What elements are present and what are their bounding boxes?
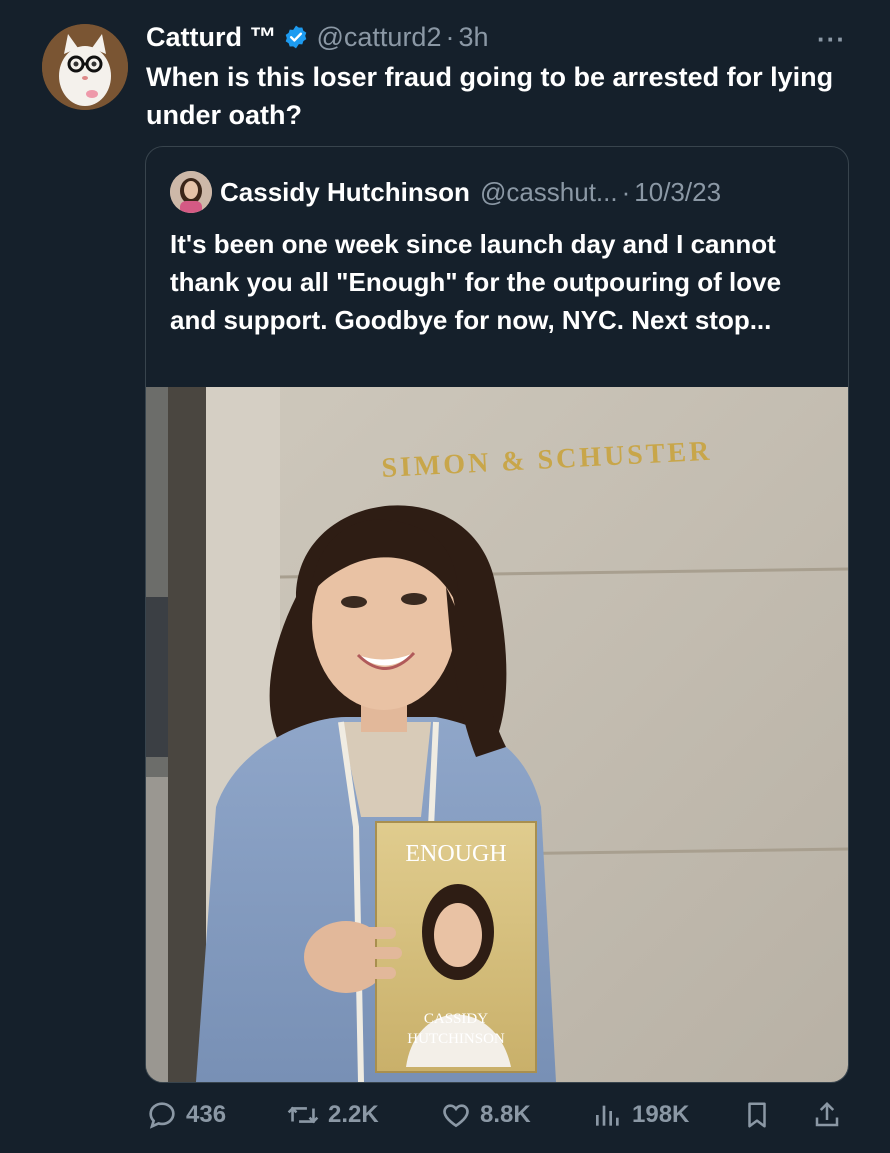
- verified-badge-icon: [283, 24, 309, 50]
- like-button[interactable]: 8.8K: [440, 1093, 531, 1137]
- quoted-tweet[interactable]: Cassidy Hutchinson @casshut... · 10/3/23…: [145, 146, 849, 1083]
- quoted-tweet-text: It's been one week since launch day and …: [170, 229, 782, 335]
- tweet-timestamp[interactable]: 3h: [458, 22, 488, 53]
- tweet-header: Catturd ™ @catturd2 · 3h: [146, 18, 489, 56]
- tweet-text: When is this loser fraud going to be arr…: [146, 62, 834, 130]
- quoted-author-avatar[interactable]: [170, 171, 212, 213]
- author-display-name[interactable]: Catturd ™: [146, 22, 277, 53]
- more-options-icon[interactable]: ···: [817, 24, 846, 55]
- quoted-tweet-timestamp[interactable]: 10/3/23: [634, 177, 721, 208]
- reply-count: 436: [186, 1101, 227, 1128]
- views-icon: [596, 1105, 619, 1126]
- book-author-line1-text: CASSIDY: [424, 1011, 488, 1027]
- bookmark-button[interactable]: [742, 1093, 772, 1137]
- tweet: Catturd ™ @catturd2 · 3h ··· When is thi…: [0, 0, 890, 1153]
- repost-count: 2.2K: [328, 1101, 379, 1128]
- share-icon: [815, 1101, 839, 1127]
- repost-button[interactable]: 2.2K: [286, 1093, 379, 1137]
- views-count: 198K: [632, 1101, 690, 1128]
- quoted-author-handle[interactable]: @casshut...: [480, 177, 618, 208]
- quoted-tweet-photo[interactable]: SIMON & SCHUSTER ENOUGH CASSIDY HUTCHINS…: [146, 387, 848, 1082]
- reply-button[interactable]: 436: [146, 1093, 226, 1137]
- quoted-author-display-name[interactable]: Cassidy Hutchinson: [220, 177, 470, 208]
- action-bar: 436 2.2K 8.8K 198K: [0, 1093, 890, 1137]
- separator-dot: ·: [445, 21, 455, 52]
- book-title-text: ENOUGH: [405, 841, 506, 867]
- bookmark-icon: [748, 1102, 766, 1128]
- woman-avatar-image: [170, 171, 212, 213]
- views-button[interactable]: 198K: [592, 1093, 689, 1137]
- author-avatar[interactable]: [42, 24, 128, 110]
- heart-icon: [443, 1104, 469, 1128]
- like-count: 8.8K: [480, 1101, 531, 1128]
- quoted-tweet-header: Cassidy Hutchinson @casshut... · 10/3/23: [220, 173, 721, 211]
- cat-avatar-image: [42, 24, 128, 110]
- photo-illustration: SIMON & SCHUSTER ENOUGH CASSIDY HUTCHINS…: [146, 387, 848, 1082]
- book-author-line2-text: HUTCHINSON: [407, 1031, 505, 1047]
- repost-icon: [287, 1106, 319, 1124]
- share-button[interactable]: [812, 1093, 842, 1137]
- author-handle[interactable]: @catturd2: [317, 22, 442, 53]
- quoted-separator-dot: ·: [621, 176, 631, 207]
- reply-icon: [149, 1102, 175, 1129]
